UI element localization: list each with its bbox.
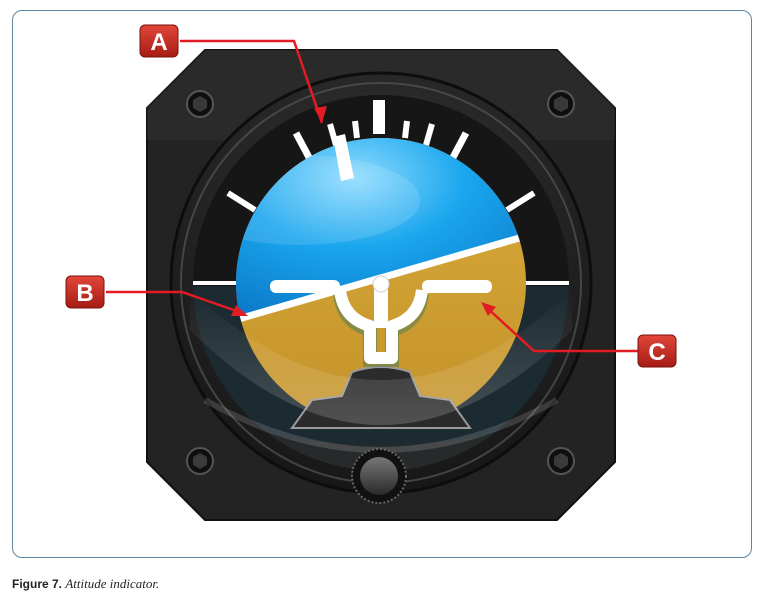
callout-a: A (139, 24, 179, 58)
callout-b-letter: B (76, 280, 93, 307)
attitude-indicator-illustration: A B C (65, 24, 677, 521)
screw-icon (547, 447, 575, 475)
callout-b: B (65, 275, 105, 309)
callout-c-letter: C (648, 339, 665, 366)
figure-caption: Figure 7. Attitude indicator. (12, 576, 159, 592)
figure-label: Figure 7. (12, 577, 63, 591)
callout-c: C (637, 334, 677, 368)
screw-icon (186, 447, 214, 475)
screw-icon (186, 90, 214, 118)
screw-icon (547, 90, 575, 118)
figure-description: Attitude indicator. (65, 576, 160, 591)
adjustment-knob (351, 448, 407, 504)
callout-a-letter: A (150, 29, 167, 56)
